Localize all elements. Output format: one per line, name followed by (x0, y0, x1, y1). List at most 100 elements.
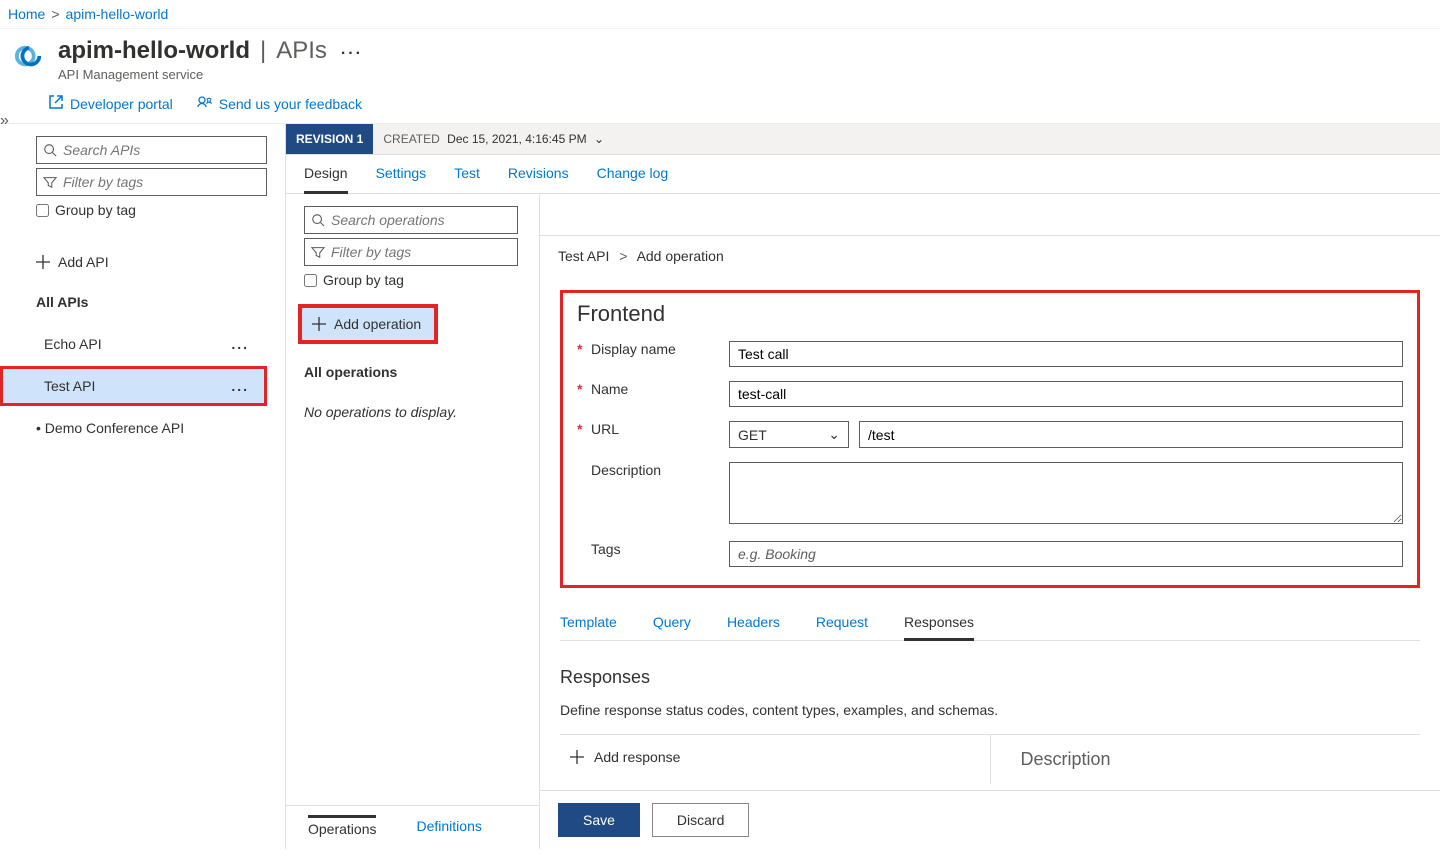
tags-field[interactable] (729, 541, 1403, 567)
api-name: Demo Conference API (45, 420, 184, 436)
url-field[interactable] (859, 421, 1403, 448)
tab-settings[interactable]: Settings (376, 165, 427, 193)
api-tabs: Design Settings Test Revisions Change lo… (286, 155, 1440, 194)
search-apis-box[interactable] (36, 136, 267, 164)
filter-apis-box[interactable] (36, 168, 267, 196)
title-separator: | (260, 37, 266, 65)
api-list-pane: Group by tag Add API All APIs Echo API .… (0, 124, 286, 849)
tab-test[interactable]: Test (454, 165, 480, 193)
add-operation-button[interactable]: Add operation (300, 306, 436, 342)
responses-title: Responses (560, 667, 1420, 688)
crumb-resource[interactable]: apim-hello-world (66, 6, 169, 22)
api-item-echo[interactable]: Echo API ... (0, 324, 267, 364)
group-by-tag-input[interactable] (36, 204, 49, 217)
response-description-header: Description (1001, 749, 1111, 769)
responses-desc: Define response status codes, content ty… (560, 702, 1420, 718)
group-by-tag-label: Group by tag (55, 202, 136, 218)
description-field[interactable] (729, 462, 1403, 524)
tab-changelog[interactable]: Change log (597, 165, 669, 193)
tab-revisions[interactable]: Revisions (508, 165, 569, 193)
footer-tab-operations[interactable]: Operations (308, 815, 376, 837)
search-apis-input[interactable] (63, 142, 260, 158)
api-item-demo-conference[interactable]: • Demo Conference API (0, 408, 267, 448)
api-more-icon[interactable]: ... (231, 378, 249, 394)
api-name: Echo API (44, 336, 102, 352)
feedback-link[interactable]: Send us your feedback (197, 94, 362, 113)
operation-subtabs: Template Query Headers Request Responses (560, 614, 1420, 641)
right-breadcrumb: Test API > Add operation (540, 236, 1440, 276)
all-operations-header[interactable]: All operations (304, 364, 521, 380)
frontend-section: Frontend *Display name *Name *URL (560, 290, 1420, 588)
http-method-value: GET (738, 427, 767, 443)
page-header: apim-hello-world | APIs ··· API Manageme… (0, 29, 1440, 86)
add-api-button[interactable]: Add API (36, 254, 267, 270)
subtab-request[interactable]: Request (816, 614, 868, 632)
feedback-icon (197, 94, 213, 113)
breadcrumb: Home > apim-hello-world (0, 0, 1440, 29)
search-operations-input[interactable] (331, 212, 513, 228)
operation-editor-pane: Test API > Add operation Frontend *Displ… (540, 194, 1440, 849)
search-icon (43, 143, 57, 157)
search-operations-box[interactable] (304, 206, 518, 234)
http-method-select[interactable]: GET ⌄ (729, 421, 849, 448)
crumb-sep: > (51, 6, 59, 22)
page-subtitle: API Management service (58, 67, 363, 82)
plus-icon (36, 255, 50, 269)
filter-operations-box[interactable] (304, 238, 518, 266)
group-by-tag-checkbox[interactable]: Group by tag (36, 202, 267, 218)
filter-icon (311, 245, 325, 259)
filter-apis-input[interactable] (63, 174, 260, 190)
group-by-tag-ops-input[interactable] (304, 274, 317, 287)
all-apis-header[interactable]: All APIs (36, 294, 267, 310)
subtab-responses[interactable]: Responses (904, 614, 974, 641)
subtab-headers[interactable]: Headers (727, 614, 780, 632)
add-api-label: Add API (58, 254, 109, 270)
chevron-down-icon[interactable]: ⌄ (594, 132, 604, 146)
label-name: Name (591, 381, 628, 397)
feedback-label: Send us your feedback (219, 96, 362, 112)
revision-created-label: CREATED (383, 132, 439, 146)
tab-design[interactable]: Design (304, 165, 348, 194)
display-name-field[interactable] (729, 341, 1403, 367)
footer-tab-definitions[interactable]: Definitions (416, 818, 481, 837)
apim-logo (14, 41, 44, 71)
crumb-home[interactable]: Home (8, 6, 45, 22)
revision-created-value: Dec 15, 2021, 4:16:45 PM (447, 132, 586, 146)
no-operations-message: No operations to display. (304, 404, 521, 420)
save-button[interactable]: Save (558, 803, 640, 837)
filter-operations-input[interactable] (331, 244, 513, 260)
subtab-template[interactable]: Template (560, 614, 617, 632)
plus-icon (570, 750, 584, 764)
api-item-test[interactable]: Test API ... (0, 366, 267, 406)
revision-badge[interactable]: REVISION 1 (286, 124, 373, 154)
group-by-tag-ops-label: Group by tag (323, 272, 404, 288)
api-name: Test API (44, 378, 95, 394)
api-more-icon[interactable]: ... (231, 336, 249, 352)
revision-bar: REVISION 1 CREATED Dec 15, 2021, 4:16:45… (286, 124, 1440, 155)
label-display-name: Display name (591, 341, 676, 357)
name-field[interactable] (729, 381, 1403, 407)
command-bar: Developer portal Send us your feedback (0, 86, 1440, 124)
chevron-down-icon: ⌄ (828, 426, 840, 443)
add-response-label: Add response (594, 749, 680, 765)
operations-pane: Group by tag Add operation All operation… (286, 194, 540, 849)
apim-icon (14, 41, 44, 71)
add-operation-label: Add operation (334, 316, 421, 332)
label-tags: Tags (591, 541, 621, 557)
crumb-action: Add operation (637, 248, 724, 264)
search-icon (311, 213, 325, 227)
add-response-button[interactable]: Add response (570, 749, 980, 765)
page-title: apim-hello-world (58, 37, 250, 65)
group-by-tag-ops-checkbox[interactable]: Group by tag (304, 272, 521, 288)
developer-portal-label: Developer portal (70, 96, 173, 112)
developer-portal-link[interactable]: Developer portal (48, 94, 173, 113)
subtab-query[interactable]: Query (653, 614, 691, 632)
crumb-api[interactable]: Test API (558, 248, 609, 264)
frontend-title: Frontend (577, 301, 1403, 327)
discard-button[interactable]: Discard (652, 803, 749, 837)
external-link-icon (48, 94, 64, 113)
more-button[interactable]: ··· (341, 45, 363, 63)
expand-handle-icon[interactable]: » (0, 112, 9, 130)
plus-icon (312, 317, 326, 331)
filter-icon (43, 175, 57, 189)
